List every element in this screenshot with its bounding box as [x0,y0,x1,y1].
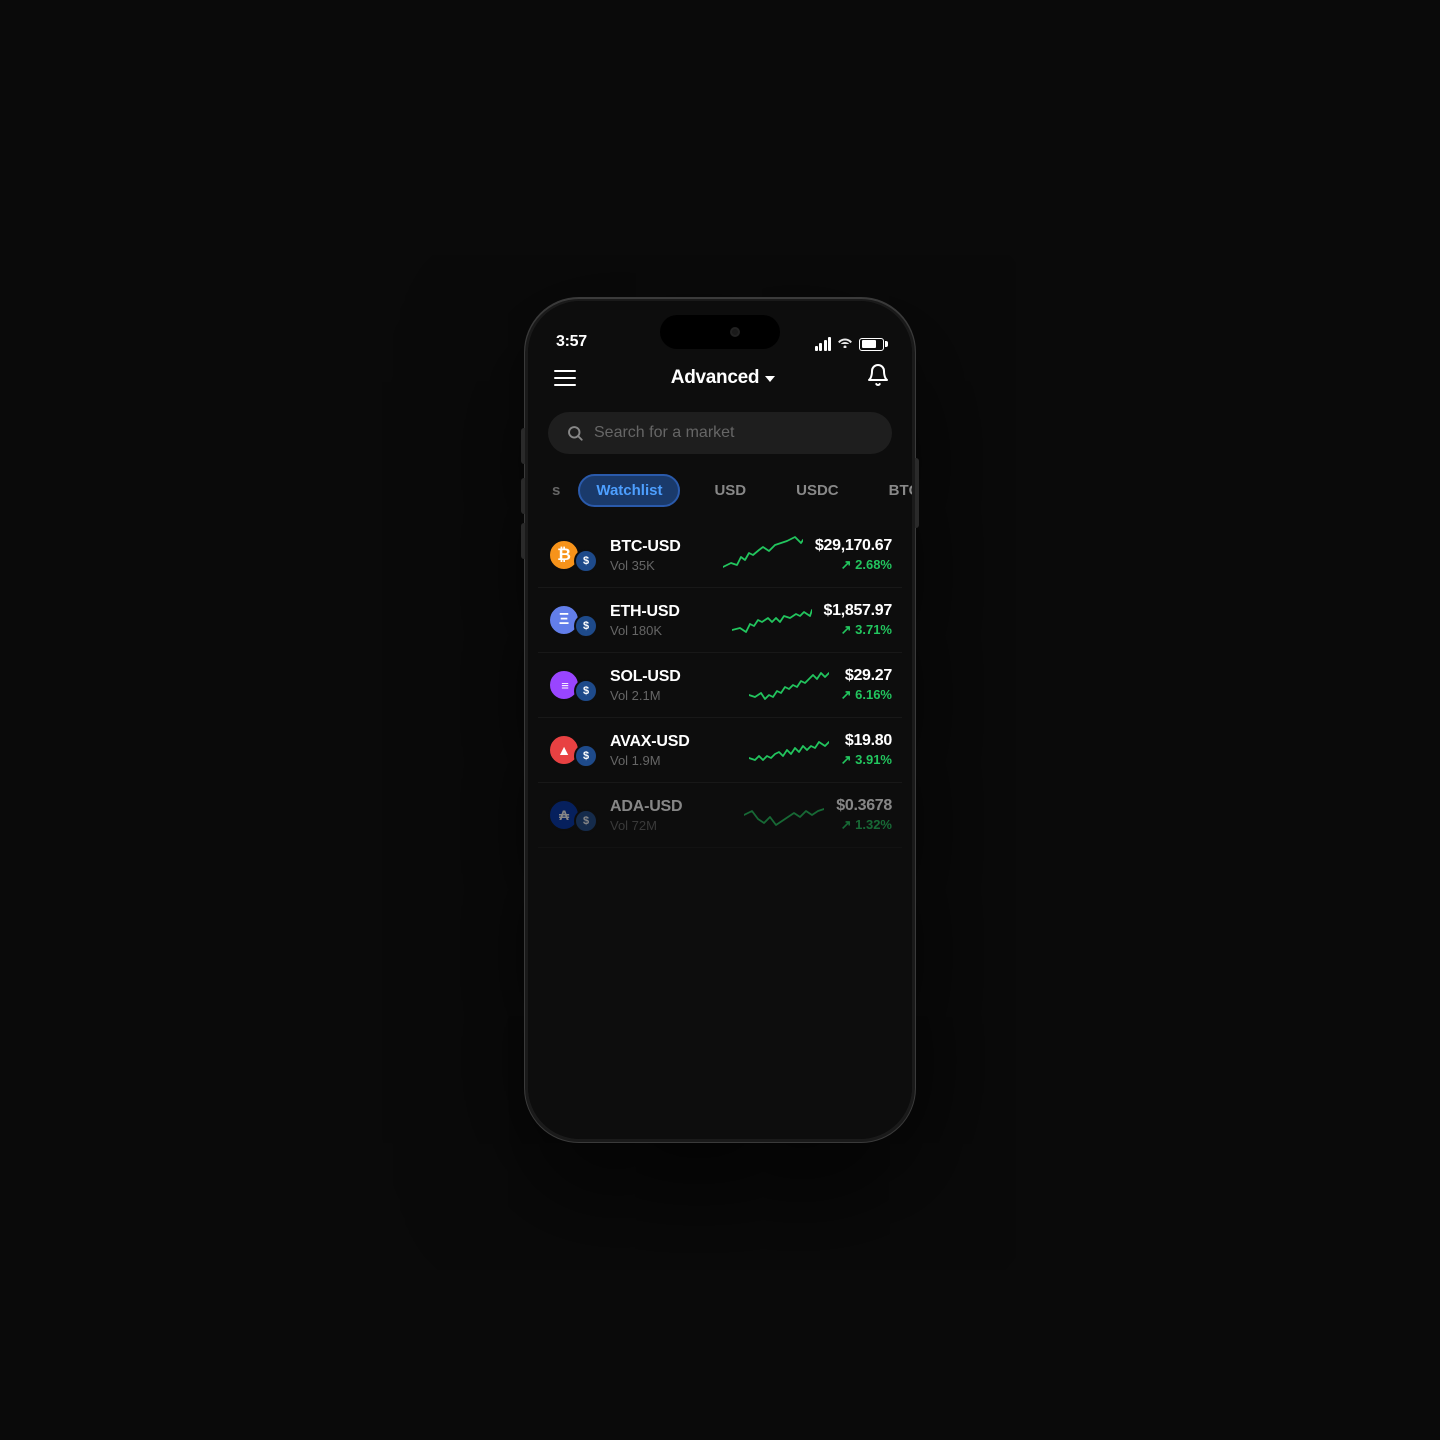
market-list: ₿ $ BTC-USD Vol 35K $29,170.67 ↗ 2.68% [528,523,912,1131]
sol-info: SOL-USD Vol 2.1M [610,668,737,703]
market-row-sol[interactable]: ≡ $ SOL-USD Vol 2.1M $29.27 ↗ 6.16% [538,653,902,718]
ada-price-value: $0.3678 [836,797,892,815]
ada-secondary-icon: $ [574,809,598,833]
avax-price-value: $19.80 [841,732,892,750]
battery-icon [859,338,884,351]
btc-info: BTC-USD Vol 35K [610,538,711,573]
chevron-down-icon [765,376,775,382]
avax-secondary-icon: $ [574,744,598,768]
market-row-avax[interactable]: ▲ $ AVAX-USD Vol 1.9M $19.80 ↗ 3.91% [538,718,902,783]
ada-name: ADA-USD [610,798,732,816]
avax-info: AVAX-USD Vol 1.9M [610,733,737,768]
eth-price-value: $1,857.97 [824,602,892,620]
sol-price-value: $29.27 [841,667,892,685]
btc-price-value: $29,170.67 [815,537,892,555]
search-bar[interactable]: Search for a market [548,412,892,454]
ada-price: $0.3678 ↗ 1.32% [836,797,892,833]
search-container: Search for a market [528,406,912,470]
eth-volume: Vol 180K [610,623,720,638]
filter-tab-partial: s [548,476,560,505]
avax-price: $19.80 ↗ 3.91% [841,732,892,768]
phone-screen: 3:57 [528,301,912,1139]
eth-price-change: ↗ 3.71% [824,622,892,638]
eth-name: ETH-USD [610,603,720,621]
filter-tab-usd[interactable]: USD [698,476,762,505]
bell-button[interactable] [866,363,890,392]
status-icons [815,337,885,351]
phone-frame: 3:57 [525,298,915,1142]
eth-coin-icons: Ξ $ [548,602,598,638]
ada-price-change: ↗ 1.32% [836,817,892,833]
avax-chart [749,730,829,770]
menu-button[interactable] [550,366,580,390]
search-icon [566,424,584,442]
filter-tab-usdc[interactable]: USDC [780,476,855,505]
sol-volume: Vol 2.1M [610,688,737,703]
sol-chart [749,665,829,705]
search-placeholder: Search for a market [594,424,735,442]
market-row-btc[interactable]: ₿ $ BTC-USD Vol 35K $29,170.67 ↗ 2.68% [538,523,902,588]
status-time: 3:57 [556,333,587,351]
avax-volume: Vol 1.9M [610,753,737,768]
sol-price-change: ↗ 6.16% [841,687,892,703]
camera-dot [730,327,740,337]
filter-tabs: s Watchlist USD USDC BTC DAI ETH [528,470,912,523]
market-row-eth[interactable]: Ξ $ ETH-USD Vol 180K $1,857.97 ↗ 3.71% [538,588,902,653]
btc-price-change: ↗ 2.68% [815,557,892,573]
btc-chart [723,535,803,575]
ada-volume: Vol 72M [610,818,732,833]
btc-volume: Vol 35K [610,558,711,573]
ada-coin-icons: ₳ $ [548,797,598,833]
btc-name: BTC-USD [610,538,711,556]
btc-secondary-icon: $ [574,549,598,573]
wifi-icon [837,336,853,351]
sol-coin-icons: ≡ $ [548,667,598,703]
filter-tab-watchlist[interactable]: Watchlist [578,474,680,507]
avax-coin-icons: ▲ $ [548,732,598,768]
dynamic-island [660,315,780,349]
avax-name: AVAX-USD [610,733,737,751]
app-content: 3:57 [528,301,912,1139]
btc-price: $29,170.67 ↗ 2.68% [815,537,892,573]
ada-info: ADA-USD Vol 72M [610,798,732,833]
sol-price: $29.27 ↗ 6.16% [841,667,892,703]
eth-info: ETH-USD Vol 180K [610,603,720,638]
header-title-text: Advanced [671,367,759,389]
eth-chart [732,600,812,640]
market-row-ada[interactable]: ₳ $ ADA-USD Vol 72M $0.3678 ↗ 1.32% [538,783,902,848]
eth-price: $1,857.97 ↗ 3.71% [824,602,892,638]
btc-coin-icons: ₿ $ [548,537,598,573]
filter-tab-btc[interactable]: BTC [873,476,912,505]
sol-name: SOL-USD [610,668,737,686]
header-title-group[interactable]: Advanced [671,367,775,389]
sol-secondary-icon: $ [574,679,598,703]
signal-bars-icon [815,337,832,351]
avax-price-change: ↗ 3.91% [841,752,892,768]
ada-chart [744,795,824,835]
eth-secondary-icon: $ [574,614,598,638]
